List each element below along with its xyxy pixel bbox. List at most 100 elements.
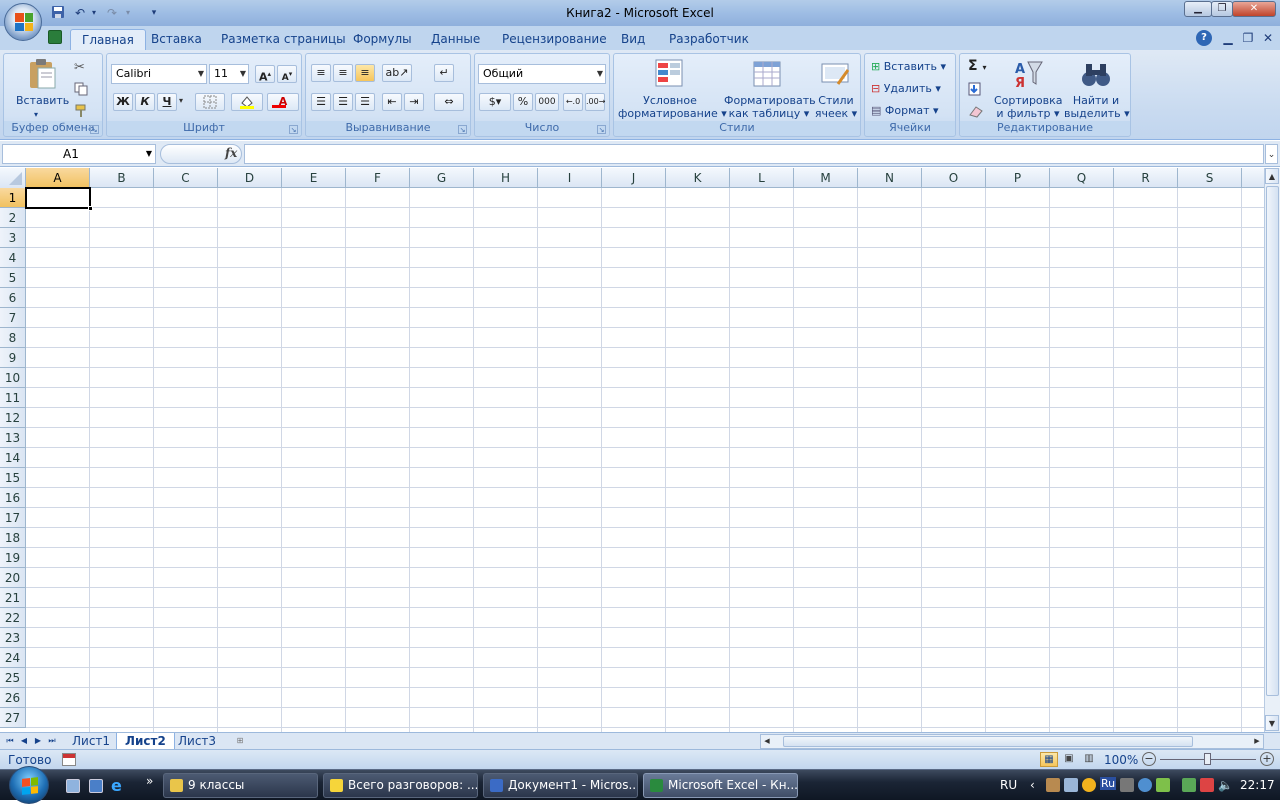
row-header[interactable]: 27 xyxy=(0,708,26,728)
font-launcher-icon[interactable]: ↘ xyxy=(289,125,298,134)
align-right-button[interactable]: ☰ xyxy=(355,93,375,111)
tab-home[interactable]: Главная xyxy=(70,29,146,50)
row-header[interactable]: 13 xyxy=(0,428,26,448)
volume-icon[interactable]: 🔈 xyxy=(1218,778,1233,792)
zoom-slider-thumb[interactable] xyxy=(1204,753,1211,765)
tray-app-icon-3[interactable] xyxy=(1082,778,1096,792)
row-header[interactable]: 19 xyxy=(0,548,26,568)
row-header[interactable]: 6 xyxy=(0,288,26,308)
switch-windows-icon[interactable] xyxy=(89,779,103,793)
row-header[interactable]: 7 xyxy=(0,308,26,328)
horizontal-scrollbar[interactable]: ◀ ▶ xyxy=(760,734,1264,749)
copy-icon[interactable] xyxy=(74,82,88,99)
zoom-level[interactable]: 100% xyxy=(1104,753,1138,767)
wrap-text-button[interactable]: ↵ xyxy=(434,64,454,82)
delete-cells-button[interactable]: ⊟ Удалить ▾ xyxy=(871,82,941,95)
row-header[interactable]: 11 xyxy=(0,388,26,408)
sort-filter-line2[interactable]: и фильтр ▾ xyxy=(994,107,1062,120)
column-header[interactable]: P xyxy=(986,168,1050,188)
tray-app-icon-5[interactable] xyxy=(1138,778,1152,792)
first-sheet-icon[interactable]: ⏮ xyxy=(4,735,16,747)
font-size-dropdown-icon[interactable]: ▼ xyxy=(240,65,246,83)
shrink-font-button[interactable]: A▾ xyxy=(277,65,297,83)
show-desktop-icon[interactable] xyxy=(66,779,80,793)
tray-app-icon-4[interactable] xyxy=(1120,778,1134,792)
grow-font-button[interactable]: A▴ xyxy=(255,65,275,84)
font-name-combo[interactable]: Calibri ▼ xyxy=(111,64,207,84)
column-header[interactable]: E xyxy=(282,168,346,188)
autosum-icon[interactable]: Σ ▾ xyxy=(968,58,986,74)
internet-explorer-icon[interactable]: e xyxy=(111,776,122,795)
underline-button[interactable]: Ч xyxy=(157,93,177,111)
font-color-button[interactable]: A xyxy=(267,93,299,111)
tray-app-icon-1[interactable] xyxy=(1046,778,1060,792)
battery-icon[interactable] xyxy=(1182,778,1196,792)
column-header[interactable]: L xyxy=(730,168,794,188)
worksheet-grid[interactable]: ABCDEFGHIJKLMNOPQRS 1 2 3 4 5 6 7 8 9 10 11 12 13 14 1… xyxy=(0,168,1264,732)
undo-dropdown-icon[interactable]: ▾ xyxy=(86,5,102,21)
italic-button[interactable]: К xyxy=(135,93,155,111)
fill-color-button[interactable] xyxy=(231,93,263,111)
row-header[interactable]: 2 xyxy=(0,208,26,228)
formula-input[interactable] xyxy=(244,144,1264,164)
currency-format-button[interactable]: $▾ xyxy=(479,93,511,111)
redo-icon[interactable]: ↷ xyxy=(104,5,120,21)
insert-sheet-icon[interactable]: ⊞ xyxy=(232,735,248,747)
alignment-launcher-icon[interactable]: ↘ xyxy=(458,125,467,134)
ribbon-minimize-icon[interactable]: ▁ xyxy=(1220,30,1236,46)
office-button[interactable] xyxy=(4,3,42,41)
name-box[interactable]: A1 ▼ xyxy=(2,144,156,164)
row-header[interactable]: 18 xyxy=(0,528,26,548)
column-header[interactable]: K xyxy=(666,168,730,188)
clear-icon[interactable] xyxy=(968,104,990,121)
row-header[interactable]: 20 xyxy=(0,568,26,588)
tab-insert[interactable]: Вставка xyxy=(140,29,213,50)
underline-dropdown-icon[interactable]: ▾ xyxy=(179,96,183,105)
column-header[interactable]: S xyxy=(1178,168,1242,188)
sort-filter-line1[interactable]: Сортировка xyxy=(994,94,1063,107)
number-format-combo[interactable]: Общий ▼ xyxy=(478,64,606,84)
taskbar-button-chat[interactable]: Всего разговоров: ... xyxy=(323,773,478,798)
scroll-down-icon[interactable]: ▼ xyxy=(1265,715,1279,731)
ribbon-restore-icon[interactable]: ❐ xyxy=(1240,30,1256,46)
align-center-button[interactable]: ☰ xyxy=(333,93,353,111)
borders-button[interactable] xyxy=(195,93,225,111)
column-header[interactable]: N xyxy=(858,168,922,188)
column-header[interactable]: M xyxy=(794,168,858,188)
row-header[interactable]: 8 xyxy=(0,328,26,348)
row-header[interactable]: 5 xyxy=(0,268,26,288)
number-launcher-icon[interactable]: ↘ xyxy=(597,125,606,134)
next-sheet-icon[interactable]: ▶ xyxy=(32,735,44,747)
minimize-button[interactable]: ▁ xyxy=(1184,1,1212,17)
customize-qat-icon[interactable]: ▾ xyxy=(146,5,162,21)
sort-filter-icon[interactable]: AЯ xyxy=(1012,58,1044,91)
vertical-scrollbar[interactable]: ▲ ▼ xyxy=(1264,168,1280,732)
start-button[interactable] xyxy=(9,766,49,804)
fill-icon[interactable] xyxy=(968,82,990,99)
help-icon[interactable]: ? xyxy=(1196,30,1212,46)
column-header[interactable]: J xyxy=(602,168,666,188)
language-indicator[interactable]: RU xyxy=(1000,778,1017,792)
active-cell-a1[interactable] xyxy=(25,187,93,211)
tray-app-icon-6[interactable] xyxy=(1156,778,1170,792)
align-top-button[interactable]: ≡ xyxy=(311,64,331,82)
column-header[interactable]: H xyxy=(474,168,538,188)
tray-lang-icon[interactable]: Ru xyxy=(1100,777,1117,790)
find-select-line2[interactable]: выделить ▾ xyxy=(1064,107,1130,120)
tray-expand-icon[interactable]: ‹ xyxy=(1030,778,1035,792)
font-name-dropdown-icon[interactable]: ▼ xyxy=(198,65,204,83)
quicklaunch-more-icon[interactable]: » xyxy=(146,774,153,788)
cell-styles-line1[interactable]: Стили xyxy=(814,94,858,107)
redo-dropdown-icon[interactable]: ▾ xyxy=(120,5,136,21)
clock[interactable]: 22:17 xyxy=(1240,778,1275,792)
find-select-line1[interactable]: Найти и xyxy=(1064,94,1128,107)
row-header[interactable]: 21 xyxy=(0,588,26,608)
column-header[interactable]: F xyxy=(346,168,410,188)
find-select-icon[interactable] xyxy=(1080,58,1112,90)
insert-cells-button[interactable]: ⊞ Вставить ▾ xyxy=(871,60,946,73)
tab-data[interactable]: Данные xyxy=(420,29,491,50)
save-icon[interactable] xyxy=(50,5,66,21)
column-header[interactable]: R xyxy=(1114,168,1178,188)
format-as-table-line1[interactable]: Форматировать xyxy=(724,94,816,107)
page-break-view-icon[interactable]: ▥ xyxy=(1080,752,1098,767)
